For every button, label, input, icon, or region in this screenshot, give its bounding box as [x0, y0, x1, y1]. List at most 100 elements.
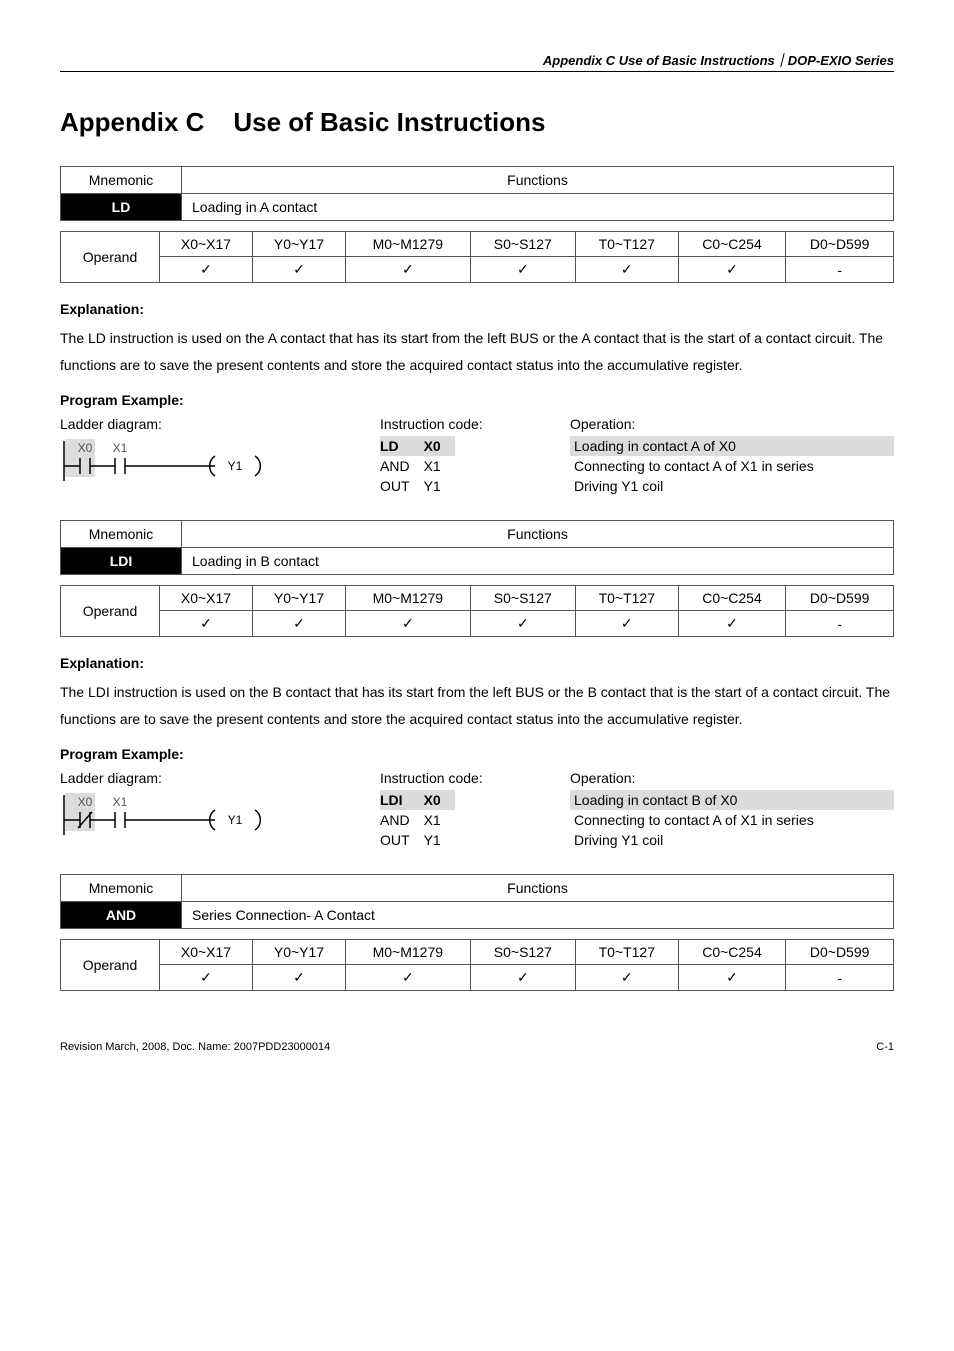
instruction-code-header: Instruction code:	[380, 416, 560, 432]
operand-header: Y0~Y17	[252, 940, 345, 965]
mnemonic-code: LD	[61, 194, 182, 221]
operand-header: C0~C254	[678, 940, 786, 965]
operation-table: Loading in contact B of X0Connecting to …	[570, 790, 894, 850]
operand-header: M0~M1279	[345, 232, 470, 257]
operand-header: M0~M1279	[345, 940, 470, 965]
operand-cell: -	[786, 965, 894, 991]
ladder-title: Ladder diagram:	[60, 770, 370, 786]
svg-text:X0: X0	[78, 795, 93, 809]
page-header: Appendix C Use of Basic Instructions｜DOP…	[60, 50, 894, 72]
operand-header: X0~X17	[160, 586, 253, 611]
operand-cell: ✓	[345, 965, 470, 991]
code-row: LDX0	[380, 436, 455, 456]
operand-cell: ✓	[678, 611, 786, 637]
operand-cell: ✓	[678, 965, 786, 991]
footer-right: C-1	[876, 1041, 894, 1053]
ladder-title: Ladder diagram:	[60, 416, 370, 432]
operand-cell: ✓	[160, 257, 253, 283]
operand-cell: ✓	[470, 257, 575, 283]
operand-header: S0~S127	[470, 586, 575, 611]
operand-table: Operand X0~X17Y0~Y17M0~M1279S0~S127T0~T1…	[60, 939, 894, 991]
instruction-code-header: Instruction code:	[380, 770, 560, 786]
ladder-diagram: X0 X1 Y1	[60, 790, 290, 840]
operand-header: Y0~Y17	[252, 586, 345, 611]
operand-header: D0~D599	[786, 586, 894, 611]
operand-header: T0~T127	[575, 586, 678, 611]
operand-header: D0~D599	[786, 232, 894, 257]
operation-row: Loading in contact B of X0	[570, 790, 894, 810]
operand-cell: -	[786, 257, 894, 283]
operand-cell: ✓	[470, 611, 575, 637]
explanation-text: The LD instruction is used on the A cont…	[60, 325, 894, 378]
operation-row: Driving Y1 coil	[570, 476, 894, 496]
mnemonic-label: Mnemonic	[61, 875, 182, 902]
operation-header: Operation:	[570, 770, 894, 786]
functions-header: Functions	[182, 167, 894, 194]
mnemonic-function: Loading in A contact	[182, 194, 894, 221]
operand-header: D0~D599	[786, 940, 894, 965]
operand-header: X0~X17	[160, 232, 253, 257]
operand-header: C0~C254	[678, 586, 786, 611]
operand-cell: ✓	[470, 965, 575, 991]
operand-table: Operand X0~X17Y0~Y17M0~M1279S0~S127T0~T1…	[60, 585, 894, 637]
operand-header: X0~X17	[160, 940, 253, 965]
operand-header: T0~T127	[575, 940, 678, 965]
mnemonic-code: LDI	[61, 548, 182, 575]
operand-header: S0~S127	[470, 940, 575, 965]
operation-row: Loading in contact A of X0	[570, 436, 894, 456]
operand-cell: ✓	[160, 611, 253, 637]
code-row: ANDX1	[380, 456, 455, 476]
operand-cell: ✓	[252, 965, 345, 991]
operand-header: S0~S127	[470, 232, 575, 257]
operand-cell: ✓	[160, 965, 253, 991]
explanation-label: Explanation:	[60, 301, 894, 317]
mnemonic-table: Mnemonic Functions LDI Loading in B cont…	[60, 520, 894, 575]
mnemonic-table: Mnemonic Functions LD Loading in A conta…	[60, 166, 894, 221]
mnemonic-code: AND	[61, 902, 182, 929]
instruction-code-table: LDIX0ANDX1OUTY1	[380, 790, 455, 850]
mnemonic-table: Mnemonic Functions AND Series Connection…	[60, 874, 894, 929]
operand-cell: ✓	[252, 257, 345, 283]
operand-cell: ✓	[345, 611, 470, 637]
operand-header: C0~C254	[678, 232, 786, 257]
page-footer: Revision March, 2008, Doc. Name: 2007PDD…	[60, 1041, 894, 1053]
program-example-label: Program Example:	[60, 392, 894, 408]
svg-text:Y1: Y1	[228, 813, 243, 827]
mnemonic-function: Series Connection- A Contact	[182, 902, 894, 929]
operand-label: Operand	[61, 940, 160, 991]
program-example-label: Program Example:	[60, 746, 894, 762]
svg-text:X1: X1	[113, 441, 128, 455]
explanation-label: Explanation:	[60, 655, 894, 671]
operand-cell: ✓	[575, 257, 678, 283]
operand-cell: -	[786, 611, 894, 637]
mnemonic-function: Loading in B contact	[182, 548, 894, 575]
operand-header: T0~T127	[575, 232, 678, 257]
operand-cell: ✓	[575, 965, 678, 991]
page-title: Appendix C Use of Basic Instructions	[60, 107, 894, 138]
code-row: ANDX1	[380, 810, 455, 830]
code-row: LDIX0	[380, 790, 455, 810]
operation-row: Driving Y1 coil	[570, 830, 894, 850]
mnemonic-label: Mnemonic	[61, 167, 182, 194]
operation-row: Connecting to contact A of X1 in series	[570, 810, 894, 830]
operand-table: Operand X0~X17Y0~Y17M0~M1279S0~S127T0~T1…	[60, 231, 894, 283]
operation-header: Operation:	[570, 416, 894, 432]
instruction-code-table: LDX0ANDX1OUTY1	[380, 436, 455, 496]
operand-cell: ✓	[575, 611, 678, 637]
explanation-text: The LDI instruction is used on the B con…	[60, 679, 894, 732]
svg-text:X1: X1	[113, 795, 128, 809]
footer-left: Revision March, 2008, Doc. Name: 2007PDD…	[60, 1041, 330, 1053]
svg-text:Y1: Y1	[228, 459, 243, 473]
code-row: OUTY1	[380, 476, 455, 496]
code-row: OUTY1	[380, 830, 455, 850]
operand-cell: ✓	[345, 257, 470, 283]
mnemonic-label: Mnemonic	[61, 521, 182, 548]
operand-label: Operand	[61, 232, 160, 283]
functions-header: Functions	[182, 521, 894, 548]
operand-cell: ✓	[678, 257, 786, 283]
svg-text:X0: X0	[78, 441, 93, 455]
operand-header: Y0~Y17	[252, 232, 345, 257]
operation-table: Loading in contact A of X0Connecting to …	[570, 436, 894, 496]
operand-label: Operand	[61, 586, 160, 637]
operand-header: M0~M1279	[345, 586, 470, 611]
